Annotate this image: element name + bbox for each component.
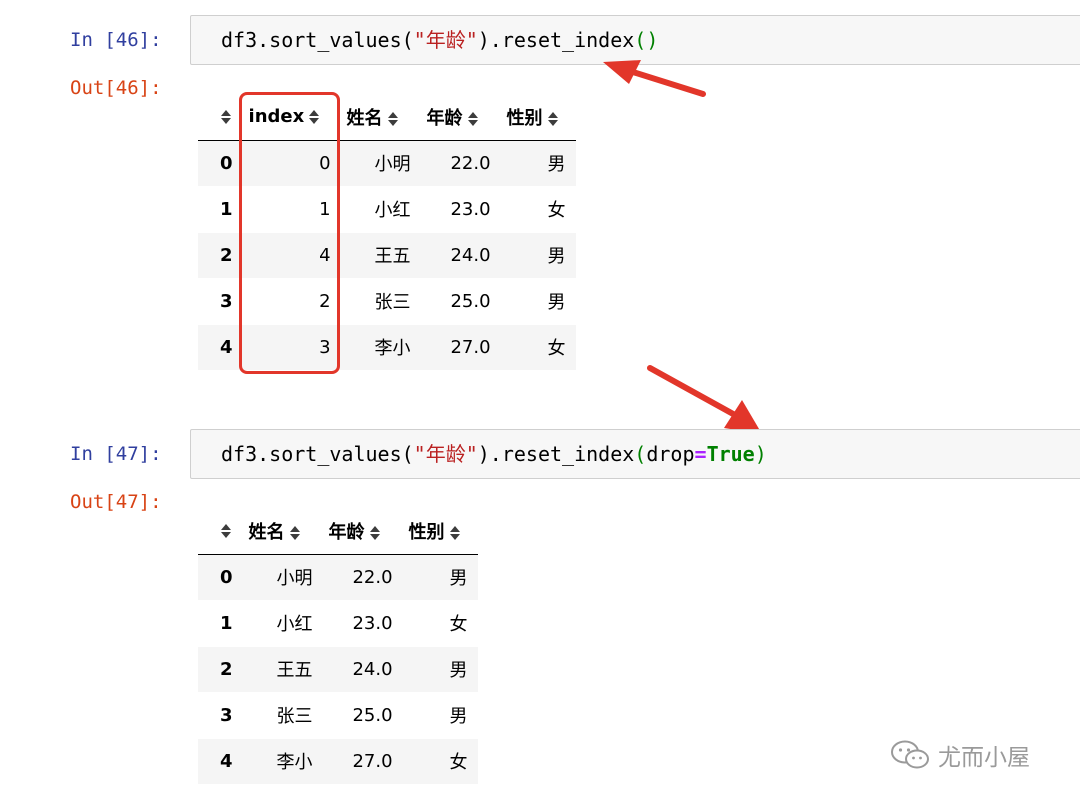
column-header[interactable]: 姓名 bbox=[340, 94, 421, 141]
table-cell: 22.0 bbox=[450, 152, 491, 174]
sort-icon[interactable] bbox=[449, 525, 460, 540]
table-cell: 女 bbox=[500, 185, 576, 232]
wechat-icon bbox=[891, 740, 929, 769]
row-index: 1 bbox=[198, 599, 243, 646]
column-header-label: 性别 bbox=[408, 521, 445, 543]
code-paren: ) bbox=[646, 28, 659, 52]
cell-47-code: df3.sort_values("年龄").reset_index(drop=T… bbox=[221, 441, 767, 467]
table-cell: 23.0 bbox=[420, 185, 501, 232]
column-header-label: 性别 bbox=[506, 107, 543, 129]
code-operator: = bbox=[694, 442, 707, 466]
table-row: 2 王五 24.0 男 bbox=[198, 645, 478, 692]
code-string: "年龄" bbox=[413, 442, 478, 466]
table-cell: 25.0 bbox=[322, 691, 403, 738]
sort-icon[interactable] bbox=[369, 525, 380, 540]
table-cell: 王五 bbox=[340, 231, 421, 278]
table-cell: 男 bbox=[500, 277, 576, 324]
table-row: 1 小红 23.0 女 bbox=[198, 599, 478, 646]
sort-icon[interactable] bbox=[221, 110, 231, 125]
table-cell: 24.0 bbox=[322, 645, 403, 692]
code-text: drop bbox=[646, 442, 695, 466]
table-cell: 小明 bbox=[276, 568, 313, 589]
table-cell: 女 bbox=[500, 323, 576, 370]
table-header-row: 姓名 年龄 性别 bbox=[198, 508, 478, 555]
table-cell: 张三 bbox=[242, 691, 323, 738]
column-header[interactable]: 年龄 bbox=[322, 508, 403, 555]
index-column-highlight-box bbox=[239, 92, 340, 374]
table-cell: 男 bbox=[449, 568, 468, 589]
cell-46-out-prompt: Out[46]: bbox=[70, 77, 162, 99]
index-header[interactable] bbox=[198, 508, 243, 555]
cell-46-code: df3.sort_values("年龄").reset_index() bbox=[221, 27, 658, 53]
column-header[interactable]: 姓名 bbox=[242, 508, 323, 555]
row-index: 1 bbox=[198, 185, 243, 232]
row-index: 4 bbox=[198, 737, 243, 784]
table-cell: 男 bbox=[402, 691, 478, 738]
column-header-label: 姓名 bbox=[248, 521, 285, 543]
code-keyword: True bbox=[706, 442, 755, 466]
arrow-icon bbox=[603, 60, 706, 97]
cell-47-output-table: 姓名 年龄 性别 0 小明 22.0 男 1 小红 23.0 女 2 王五 24.0 男 3 张三 2… bbox=[198, 508, 478, 784]
code-text: ).reset_index bbox=[477, 28, 635, 52]
column-header-label: 姓名 bbox=[346, 107, 383, 129]
column-header[interactable]: 性别 bbox=[402, 508, 478, 555]
table-cell: 小红 bbox=[242, 599, 323, 646]
row-index: 4 bbox=[198, 323, 243, 370]
table-cell: 李小 bbox=[340, 323, 421, 370]
sort-icon[interactable] bbox=[221, 524, 231, 539]
sort-icon[interactable] bbox=[387, 111, 398, 126]
code-text: df3.sort_values( bbox=[221, 28, 414, 52]
table-cell: 27.0 bbox=[322, 737, 403, 784]
table-cell: 男 bbox=[547, 154, 566, 175]
table-cell: 25.0 bbox=[420, 277, 501, 324]
table-cell: 男 bbox=[402, 645, 478, 692]
cell-47-out-prompt: Out[47]: bbox=[70, 491, 162, 513]
table-cell: 27.0 bbox=[420, 323, 501, 370]
sort-icon[interactable] bbox=[467, 111, 478, 126]
row-index: 3 bbox=[198, 691, 243, 738]
column-header-label: 年龄 bbox=[328, 521, 365, 543]
index-header[interactable] bbox=[198, 94, 243, 141]
row-index: 0 bbox=[220, 566, 233, 588]
row-index: 0 bbox=[220, 152, 233, 174]
row-index: 2 bbox=[198, 231, 243, 278]
column-header-label: 年龄 bbox=[426, 107, 463, 129]
table-cell: 小明 bbox=[374, 154, 411, 175]
cell-46-in-prompt: In [46]: bbox=[70, 29, 162, 51]
code-paren: ( bbox=[634, 28, 647, 52]
table-cell: 小红 bbox=[340, 185, 421, 232]
code-paren: ( bbox=[634, 442, 647, 466]
watermark-text: 尤而小屋 bbox=[938, 745, 1030, 771]
arrow-icon bbox=[647, 365, 762, 434]
watermark: 尤而小屋 bbox=[890, 738, 1030, 772]
table-cell: 女 bbox=[402, 599, 478, 646]
column-header[interactable]: 年龄 bbox=[420, 94, 501, 141]
code-text: ).reset_index bbox=[477, 442, 635, 466]
row-index: 3 bbox=[198, 277, 243, 324]
table-cell: 张三 bbox=[340, 277, 421, 324]
code-paren: ) bbox=[754, 442, 767, 466]
table-cell: 23.0 bbox=[322, 599, 403, 646]
code-text: df3.sort_values( bbox=[221, 442, 414, 466]
table-cell: 女 bbox=[402, 737, 478, 784]
table-row: 4 李小 27.0 女 bbox=[198, 737, 478, 784]
table-cell: 男 bbox=[500, 231, 576, 278]
code-string: "年龄" bbox=[413, 28, 478, 52]
table-row: 3 张三 25.0 男 bbox=[198, 691, 478, 738]
cell-47-in-prompt: In [47]: bbox=[70, 443, 162, 465]
sort-icon[interactable] bbox=[547, 111, 558, 126]
row-index: 2 bbox=[198, 645, 243, 692]
table-cell: 22.0 bbox=[352, 566, 393, 588]
cell-47-code-input[interactable]: df3.sort_values("年龄").reset_index(drop=T… bbox=[190, 429, 1080, 479]
table-row: 0 小明 22.0 男 bbox=[198, 554, 478, 600]
table-cell: 24.0 bbox=[420, 231, 501, 278]
column-header[interactable]: 性别 bbox=[500, 94, 576, 141]
table-cell: 李小 bbox=[242, 737, 323, 784]
table-cell: 王五 bbox=[242, 645, 323, 692]
sort-icon[interactable] bbox=[289, 525, 300, 540]
